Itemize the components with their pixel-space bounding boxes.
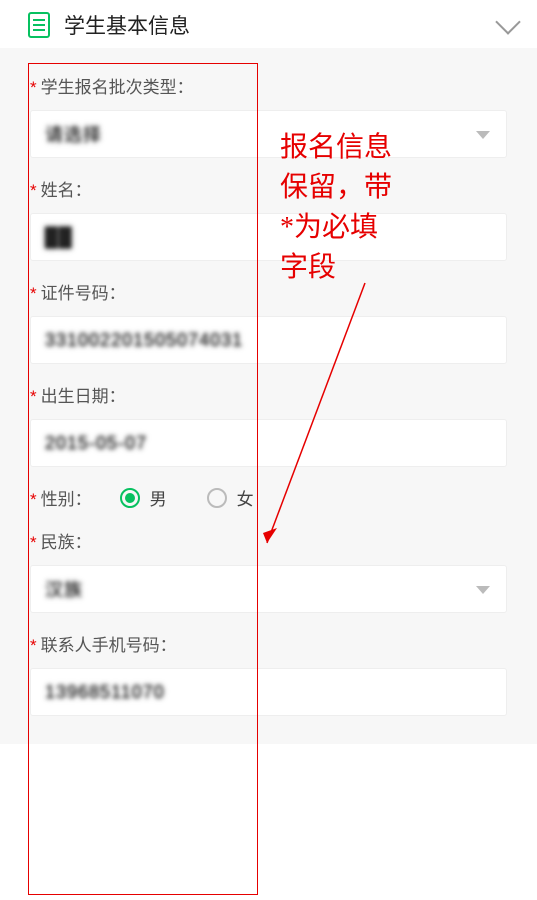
input-dob-value: 2015-05-07 <box>45 433 147 454</box>
radio-female[interactable]: 女 <box>207 485 254 510</box>
field-batch: *学生报名批次类型： 请选择 <box>30 73 507 158</box>
label-ethnic: *民族： <box>30 528 507 553</box>
label-idno: *证件号码： <box>30 279 507 304</box>
field-phone: *联系人手机号码： 13968511070 <box>30 631 507 716</box>
caret-down-icon <box>476 131 490 139</box>
field-idno: *证件号码： 331002201505074031 <box>30 279 507 364</box>
input-phone[interactable]: 13968511070 <box>30 668 507 716</box>
input-dob[interactable]: 2015-05-07 <box>30 419 507 467</box>
select-ethnic[interactable]: 汉族 <box>30 565 507 613</box>
field-name: *姓名： ██ <box>30 176 507 261</box>
header-left: 学生基本信息 <box>28 10 190 40</box>
radio-circle-icon <box>120 488 140 508</box>
label-name-text: 姓名： <box>41 181 92 200</box>
label-phone: *联系人手机号码： <box>30 631 507 656</box>
label-gender: *性别： <box>30 485 92 510</box>
select-batch[interactable]: 请选择 <box>30 110 507 158</box>
field-ethnic: *民族： 汉族 <box>30 528 507 613</box>
radio-male[interactable]: 男 <box>120 485 167 510</box>
label-gender-text: 性别： <box>41 490 92 509</box>
label-batch: *学生报名批次类型： <box>30 73 507 98</box>
form-body: 报名信息 保留，带 *为必填 字段 *学生报名批次类型： 请选择 *姓名： ██ <box>0 48 537 744</box>
radio-circle-icon <box>207 488 227 508</box>
input-phone-value: 13968511070 <box>45 682 165 703</box>
radio-row-gender: *性别： 男 女 <box>30 485 507 510</box>
caret-down-icon <box>476 586 490 594</box>
input-idno-value: 331002201505074031 <box>45 330 243 351</box>
label-dob: *出生日期： <box>30 382 507 407</box>
student-info-form: *学生报名批次类型： 请选择 *姓名： ██ *证件号码： 3310022015… <box>0 48 537 744</box>
field-gender: *性别： 男 女 <box>30 485 507 510</box>
section-title: 学生基本信息 <box>64 10 190 40</box>
label-idno-text: 证件号码： <box>41 284 126 303</box>
document-icon <box>28 12 50 38</box>
radio-dot-icon <box>125 493 135 503</box>
label-phone-text: 联系人手机号码： <box>41 636 177 655</box>
input-idno[interactable]: 331002201505074031 <box>30 316 507 364</box>
section-header[interactable]: 学生基本信息 <box>0 0 537 48</box>
chevron-down-icon[interactable] <box>495 9 520 34</box>
select-batch-value: 请选择 <box>45 121 102 147</box>
label-dob-text: 出生日期： <box>41 387 126 406</box>
input-name[interactable]: ██ <box>30 213 507 261</box>
label-name: *姓名： <box>30 176 507 201</box>
field-dob: *出生日期： 2015-05-07 <box>30 382 507 467</box>
radio-male-label: 男 <box>150 485 167 510</box>
select-ethnic-value: 汉族 <box>45 576 83 602</box>
label-ethnic-text: 民族： <box>41 533 92 552</box>
radio-female-label: 女 <box>237 485 254 510</box>
label-batch-text: 学生报名批次类型： <box>41 78 194 97</box>
input-name-value: ██ <box>45 227 73 248</box>
